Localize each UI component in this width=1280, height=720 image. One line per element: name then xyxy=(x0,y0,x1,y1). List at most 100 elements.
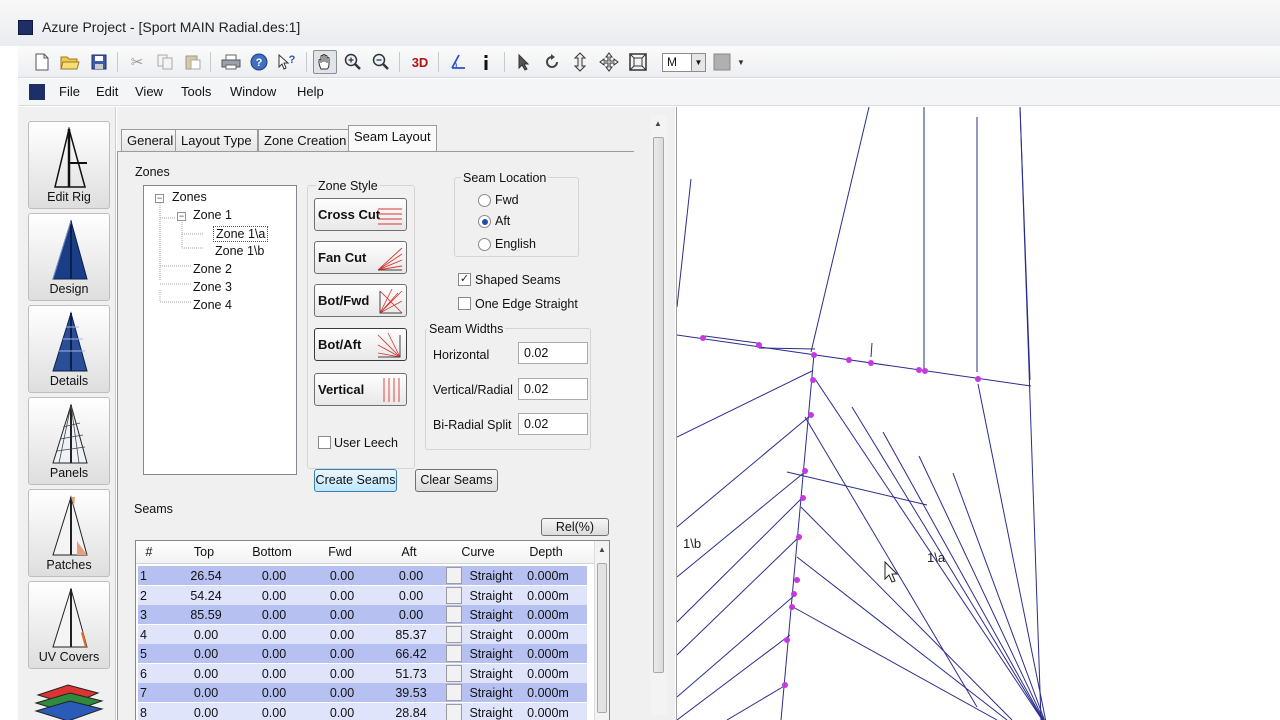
move-vertical-icon[interactable] xyxy=(568,50,592,74)
curve-dropdown-button[interactable] xyxy=(446,606,462,623)
horizontal-input[interactable]: 0.02 xyxy=(518,342,588,364)
rotate-icon[interactable] xyxy=(540,50,564,74)
info-icon[interactable] xyxy=(474,50,498,74)
sidebar-item-patches[interactable]: Patches xyxy=(28,489,110,577)
cut-icon[interactable]: ✂ xyxy=(125,50,149,74)
zoom-in-icon[interactable] xyxy=(341,50,365,74)
column-header[interactable]: Top xyxy=(172,545,236,559)
cross-cut-button[interactable]: Cross Cut xyxy=(314,198,407,231)
mode-select[interactable]: M ▼ xyxy=(662,53,706,72)
column-header[interactable]: Curve xyxy=(444,545,512,559)
menu-tools[interactable]: Tools xyxy=(181,84,211,99)
table-row[interactable]: 4 0.00 0.00 0.00 85.37 Straight 0.000m xyxy=(138,624,587,644)
print-icon[interactable] xyxy=(219,50,243,74)
table-row[interactable]: 3 85.59 0.00 0.00 0.00 Straight 0.000m xyxy=(138,605,587,624)
tab-zone-creation[interactable]: Zone Creation xyxy=(258,129,353,151)
seam-point[interactable] xyxy=(756,342,762,348)
radio-fwd[interactable] xyxy=(478,194,491,207)
scroll-up-icon[interactable]: ▲ xyxy=(654,119,662,128)
seam-point[interactable] xyxy=(868,360,874,366)
menu-file[interactable]: File xyxy=(59,84,80,99)
chevron-down-icon[interactable]: ▼ xyxy=(691,54,705,71)
vertical-button[interactable]: Vertical xyxy=(314,373,407,406)
pan-hand-icon[interactable] xyxy=(313,50,337,74)
menu-window[interactable]: Window xyxy=(230,84,276,99)
seam-point[interactable] xyxy=(808,412,814,418)
table-cell-curve[interactable]: Straight xyxy=(468,647,514,661)
fit-icon[interactable] xyxy=(626,50,650,74)
table-cell-curve[interactable]: Straight xyxy=(468,686,514,700)
new-icon[interactable] xyxy=(30,50,54,74)
vertical-radial-input[interactable]: 0.02 xyxy=(518,378,588,400)
radio-english[interactable] xyxy=(478,238,491,251)
scroll-up-icon[interactable]: ▲ xyxy=(598,545,606,554)
move-icon[interactable] xyxy=(597,50,621,74)
table-row[interactable]: 5 0.00 0.00 0.00 66.42 Straight 0.000m xyxy=(138,644,587,663)
seam-point[interactable] xyxy=(784,637,790,643)
bot-aft-button[interactable]: Bot/Aft xyxy=(314,328,407,361)
curve-dropdown-button[interactable] xyxy=(446,645,462,662)
menu-help[interactable]: Help xyxy=(297,84,324,99)
seam-point[interactable] xyxy=(791,591,797,597)
column-header[interactable]: Bottom xyxy=(240,545,304,559)
curve-dropdown-button[interactable] xyxy=(446,684,462,701)
sidebar-item-uv-covers[interactable]: UV Covers xyxy=(28,581,110,669)
column-header[interactable]: Aft xyxy=(377,545,441,559)
copy-icon[interactable] xyxy=(153,50,177,74)
table-cell-curve[interactable]: Straight xyxy=(468,608,514,622)
tree-node-zone-1b[interactable]: Zone 1\b xyxy=(215,244,264,258)
sail-canvas[interactable]: 1\b 1\a xyxy=(676,107,1280,720)
table-row[interactable]: 1 26.54 0.00 0.00 0.00 Straight 0.000m xyxy=(138,566,587,585)
paste-icon[interactable] xyxy=(181,50,205,74)
sidebar-item-edit-rig[interactable]: Edit Rig xyxy=(28,121,110,209)
seam-point[interactable] xyxy=(802,468,808,474)
table-row[interactable]: 7 0.00 0.00 0.00 39.53 Straight 0.000m xyxy=(138,683,587,702)
column-header[interactable]: Depth xyxy=(514,545,578,559)
scrollbar-thumb[interactable] xyxy=(597,563,607,713)
seam-point[interactable] xyxy=(796,534,802,540)
curve-dropdown-button[interactable] xyxy=(446,567,462,584)
sidebar-item-details[interactable]: Details xyxy=(28,305,110,393)
table-cell-curve[interactable]: Straight xyxy=(468,706,514,720)
select-arrow-icon[interactable] xyxy=(512,50,536,74)
seam-point[interactable] xyxy=(811,352,817,358)
open-icon[interactable] xyxy=(58,50,82,74)
color-swatch[interactable] xyxy=(710,50,734,74)
panel-scrollbar[interactable]: ▲ xyxy=(650,115,667,715)
sidebar-item-more[interactable] xyxy=(28,681,110,720)
shaped-seams-checkbox[interactable]: ✓ xyxy=(458,273,471,286)
sail-drawing[interactable]: 1\b 1\a xyxy=(677,107,1280,720)
scrollbar-thumb[interactable] xyxy=(653,137,664,673)
table-cell-curve[interactable]: Straight xyxy=(468,589,514,603)
column-header[interactable]: Fwd xyxy=(308,545,372,559)
table-row[interactable]: 2 54.24 0.00 0.00 0.00 Straight 0.000m xyxy=(138,585,587,605)
seam-point[interactable] xyxy=(922,368,928,374)
tab-layout-type[interactable]: Layout Type xyxy=(175,129,258,151)
seam-point[interactable] xyxy=(789,604,795,610)
seam-point[interactable] xyxy=(800,495,806,501)
column-header[interactable]: # xyxy=(138,545,160,559)
curve-dropdown-button[interactable] xyxy=(446,664,462,682)
curve-dropdown-button[interactable] xyxy=(446,703,462,720)
tree-node-zone-1a[interactable]: Zone 1\a xyxy=(213,226,269,242)
seam-point[interactable] xyxy=(810,377,816,383)
seam-point[interactable] xyxy=(782,682,788,688)
angle-icon[interactable] xyxy=(446,50,470,74)
zoom-out-icon[interactable] xyxy=(369,50,393,74)
radio-aft[interactable] xyxy=(478,215,491,228)
rel-percent-button[interactable]: Rel(%) xyxy=(541,518,609,536)
table-cell-curve[interactable]: Straight xyxy=(468,667,514,681)
document-icon[interactable] xyxy=(29,84,45,100)
seam-point[interactable] xyxy=(975,376,981,382)
3d-icon[interactable]: 3D xyxy=(408,50,432,74)
seam-point[interactable] xyxy=(700,335,706,341)
menu-edit[interactable]: Edit xyxy=(96,84,118,99)
tab-seam-layout[interactable]: Seam Layout xyxy=(348,125,437,152)
one-edge-straight-checkbox[interactable] xyxy=(458,297,471,310)
sidebar-item-panels[interactable]: Panels xyxy=(28,397,110,485)
tab-general[interactable]: General xyxy=(121,129,180,151)
menu-view[interactable]: View xyxy=(135,84,163,99)
seam-point[interactable] xyxy=(916,367,922,373)
clear-seams-button[interactable]: Clear Seams xyxy=(415,469,498,492)
table-row[interactable]: 6 0.00 0.00 0.00 51.73 Straight 0.000m xyxy=(138,663,587,683)
